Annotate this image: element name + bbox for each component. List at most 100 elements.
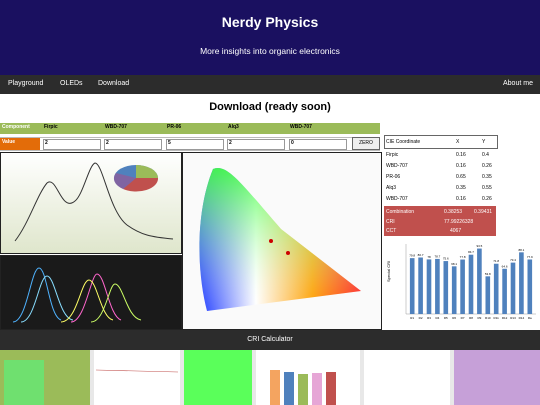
cri-category-Ra: Ra (528, 316, 532, 320)
cie-row-4-name: Alq3 (386, 185, 397, 191)
cri-bar-R5 (443, 261, 449, 314)
cie-row-1-name: Firpic (386, 152, 399, 158)
cri-bar-value-R7: 77.8 (460, 255, 466, 259)
emission-spectra-chart (0, 255, 182, 330)
cri-bar-value-R1: 79.8 (409, 254, 415, 258)
value-input-1[interactable]: 2 (43, 139, 101, 150)
cie-combination-y: 0.39431 (474, 209, 493, 215)
value-label: Value (2, 139, 16, 145)
cri-bar-R12 (502, 268, 507, 314)
cri-category-R2: R2 (419, 316, 423, 320)
spectrum-chart (0, 152, 182, 254)
cri-category-R9: R9 (477, 316, 481, 320)
pie-chart (113, 165, 159, 192)
cie-combination-x: 0.38253 (444, 209, 463, 215)
component-name-5: WBD-707 (290, 124, 312, 130)
component-row: Component Firpic WBD-707 PR-06 Alq3 WBD-… (0, 123, 380, 134)
value-row: Value 2 2 5 2 0 (0, 137, 380, 151)
value-input-2[interactable]: 2 (104, 139, 162, 150)
component-name-3: PR-06 (167, 124, 182, 130)
cri-bar-value-R9: 93.5 (476, 244, 482, 248)
cie-row-1-x: 0.16 (456, 152, 466, 158)
cie-row-4-y: 0.55 (482, 185, 492, 191)
cri-bar-value-R12: 64.6 (502, 264, 508, 268)
nav-item-oleds[interactable]: OLEDs (60, 80, 83, 87)
cri-bar-value-R8: 84.7 (468, 250, 474, 254)
component-name-1: Firpic (44, 124, 58, 130)
cie-combination-name: Combination (386, 209, 415, 215)
cri-bar-value-R11: 71.8 (493, 259, 499, 263)
cie-row-3-x: 0.65 (456, 174, 466, 180)
cri-category-R3: R3 (427, 316, 431, 320)
cri-bar-R10 (485, 276, 491, 314)
cri-bar-value-Ra: 77.9 (527, 255, 533, 259)
cri-bar-value-R4: 78.7 (434, 254, 440, 258)
cri-bar-R1 (409, 258, 415, 314)
cie-row-3-name: PR-06 (386, 174, 401, 180)
value-label-cell: Value (0, 138, 40, 150)
cri-bar-R9 (477, 248, 482, 314)
cri-bar-R6 (451, 266, 457, 314)
cri-preview (0, 350, 540, 405)
site-subtitle: More insights into organic electronics (200, 46, 340, 56)
top-nav: Playground OLEDs Download About me (0, 75, 540, 94)
cri-preview-thumbnails (0, 350, 540, 405)
page-title: Download (ready soon) (209, 101, 331, 113)
cri-bar-value-R14: 88.1 (518, 248, 524, 252)
app-preview: Component Firpic WBD-707 PR-06 Alq3 WBD-… (0, 120, 540, 330)
cri-bar-R14 (519, 252, 524, 314)
value-text-4: 2 (229, 140, 232, 146)
value-input-3[interactable]: 5 (166, 139, 224, 150)
cie-cri-value: 77.99226328 (444, 219, 474, 225)
cie-row-4-x: 0.35 (456, 185, 466, 191)
cie-row-5-name: WBD-707 (386, 196, 408, 202)
value-input-4[interactable]: 2 (227, 139, 285, 150)
cri-category-R1: R1 (410, 316, 414, 320)
cie-col-x: X (456, 139, 460, 145)
value-text-3: 5 (168, 140, 171, 146)
cie-cri-name: CRI (386, 219, 395, 225)
cri-category-R10: R10 (485, 316, 491, 320)
cie-row-2-name: WBD-707 (386, 163, 408, 169)
cie-col-label: CIE Coordinate (386, 139, 421, 145)
cri-category-R6: R6 (452, 316, 456, 320)
cie-row-3-y: 0.35 (482, 174, 492, 180)
cri-section-header: CRI Calculator (0, 330, 540, 350)
cri-category-R4: R4 (435, 316, 439, 320)
cie-col-y: Y (482, 139, 486, 145)
cri-bar-value-R3: 78 (427, 255, 431, 259)
component-label: Component (2, 124, 30, 130)
cri-bar-R13 (510, 262, 516, 314)
cri-bar-value-R13: 73.4 (510, 258, 516, 262)
value-text-2: 2 (106, 140, 109, 146)
cri-bar-R7 (460, 259, 465, 314)
site-title: Nerdy Physics (221, 14, 319, 30)
cri-bar-value-R2: 80.7 (418, 253, 424, 257)
nav-item-about-me[interactable]: About me (503, 80, 533, 87)
value-input-5[interactable]: 0 (289, 139, 347, 150)
cri-category-R14: R14 (519, 316, 525, 320)
cri-category-R13: R13 (510, 316, 516, 320)
cie-horseshoe (199, 167, 361, 311)
hero-banner: Nerdy Physics More insights into organic… (0, 0, 540, 75)
cri-bar-R8 (468, 254, 474, 314)
cri-bar-chart: Special CRI 79.8 R1 80.7 R2 78 R3 78.7 R4 75.6 R5… (386, 244, 536, 320)
cri-bar-R11 (493, 263, 499, 314)
cri-bar-Ra (527, 259, 533, 314)
zero-button[interactable]: ZERO (352, 137, 380, 150)
cri-category-R7: R7 (461, 316, 465, 320)
cri-bar-value-R10: 53.8 (485, 272, 491, 276)
cri-bar-R3 (426, 259, 432, 314)
component-name-2: WBD-707 (105, 124, 127, 130)
cie-row-5-y: 0.26 (482, 196, 492, 202)
nav-item-download[interactable]: Download (98, 80, 129, 87)
cri-category-R8: R8 (469, 316, 473, 320)
cri-category-R5: R5 (444, 316, 448, 320)
nav-item-playground[interactable]: Playground (8, 80, 43, 87)
cri-bar-value-R6: 68.1 (451, 262, 457, 266)
cie-row-2-y: 0.26 (482, 163, 492, 169)
cri-ylabel: Special CRI (386, 261, 391, 282)
cri-bar-R2 (418, 257, 423, 314)
component-name-4: Alq3 (228, 124, 239, 130)
cri-bar-value-R5: 75.6 (443, 257, 449, 261)
